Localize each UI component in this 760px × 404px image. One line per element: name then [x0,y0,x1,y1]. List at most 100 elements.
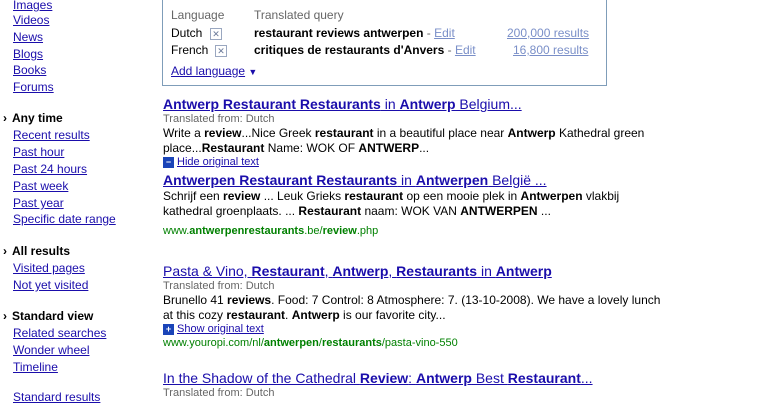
search-result: Pasta & Vino, Restaurant, Antwerp, Resta… [163,263,758,350]
translated-from-label: Translated from: Dutch [163,113,275,125]
edit-dutch-link[interactable]: Edit [434,26,455,40]
result-title-part[interactable]: Pasta & Vino, [163,263,251,279]
sidebar-link-blogs[interactable]: Blogs [13,47,43,61]
column-header-translated-query: Translated query [254,8,344,22]
sidebar-link-not-yet-visited[interactable]: Not yet visited [13,278,88,292]
chevron-right-icon: › [3,111,7,125]
url-text: www.youropi.com/nl/ [163,337,264,349]
result-title-link[interactable]: Pasta & Vino, Restaurant, Antwerp, Resta… [163,263,758,280]
snippet-highlight: Restaurant [298,204,362,218]
edit-french-link[interactable]: Edit [455,43,476,57]
url-text: www. [163,225,190,237]
column-header-language: Language [171,8,225,22]
snippet-text: . Food: 7 Control: 8 Atmosphere: 7. (13-… [271,293,661,307]
sidebar-heading-time: › Any time [3,111,63,125]
result-title-part[interactable]: Antwerp [400,96,456,112]
result-title-part[interactable]: in [381,96,400,112]
result-title-part[interactable]: Antwerp Restaurant Restaurants [163,96,381,112]
hide-original-text-toggle[interactable]: − Hide original text [163,156,758,169]
show-original-text-toggle[interactable]: + Show original text [163,323,758,336]
url-highlight: review [322,225,357,237]
result-title-part[interactable]: ... [581,370,593,386]
translated-query-row: restaurant reviews antwerpen - Edit [254,26,455,40]
result-title-part[interactable]: Restaurant [508,370,581,386]
sidebar-link-past-year[interactable]: Past year [13,196,64,210]
separator: - [426,26,431,40]
sidebar-link-forums[interactable]: Forums [13,80,54,94]
snippet-text: ... [419,141,430,155]
url-highlight: antwerpenrestaurants [189,225,305,237]
expand-plus-icon[interactable]: + [163,323,174,335]
sidebar-link-visited-pages[interactable]: Visited pages [13,261,85,275]
add-language-link[interactable]: Add language [171,64,245,78]
result-title-part[interactable]: Review [360,370,408,386]
snippet-text: op een mooie plek in [403,189,521,203]
hide-original-text-link[interactable]: Hide original text [177,156,259,168]
translated-from-label: Translated from: Dutch [163,280,275,292]
dutch-results-count-link[interactable]: 200,000 results [507,26,589,40]
result-title-part[interactable]: : [408,370,416,386]
result-snippet: Write a review...Nice Greek restaurant i… [163,126,758,156]
result-title-part[interactable]: , [388,263,396,279]
sidebar-link-past-24-hours[interactable]: Past 24 hours [13,162,87,176]
left-sidebar: Images Videos News Blogs Books Forums › A… [0,0,150,404]
snippet-text: ... Leuk Grieks [260,189,345,203]
snippet-highlight: reviews [227,293,272,307]
result-title-link[interactable]: In the Shadow of the Cathedral Review: A… [163,370,758,387]
snippet-text: kathedral groenplaats. ... [163,204,299,218]
sidebar-link-timeline[interactable]: Timeline [13,360,58,374]
snippet-highlight: Restaurant [201,141,265,155]
result-title-part[interactable]: Restaurants [396,263,477,279]
collapse-minus-icon[interactable]: − [163,156,174,168]
sidebar-heading-view-label: Standard view [12,309,94,323]
result-title-part[interactable]: in [477,263,496,279]
result-title-part[interactable]: Belgium... [456,96,521,112]
snippet-text: Name: WOK OF [264,141,359,155]
result-title-part[interactable]: In the Shadow of the Cathedral [163,370,360,386]
snippet-text: ... [537,204,551,218]
language-french-label: French [171,43,209,57]
result-title-part[interactable]: in [397,172,416,188]
snippet-text: Write a [163,126,205,140]
snippet-highlight: restaurant [344,189,404,203]
result-title-part[interactable]: Antwerpen [416,172,488,188]
remove-language-icon[interactable]: ✕ [215,43,227,57]
french-results-count-link[interactable]: 16,800 results [513,43,588,57]
result-title-part[interactable]: Restaurant [251,263,324,279]
sidebar-link-news[interactable]: News [13,30,43,44]
show-original-text-link[interactable]: Show original text [177,323,264,335]
result-title-part[interactable]: Antwerp [496,263,552,279]
sidebar-link-recent-results[interactable]: Recent results [13,128,90,142]
result-title-part[interactable]: Antwerp [416,370,472,386]
sidebar-link-past-hour[interactable]: Past hour [13,145,64,159]
sidebar-link-wonder-wheel[interactable]: Wonder wheel [13,343,90,357]
sidebar-link-standard-results[interactable]: Standard results [13,390,100,404]
sidebar-link-past-week[interactable]: Past week [13,179,68,193]
result-title-link[interactable]: Antwerp Restaurant Restaurants in Antwer… [163,96,758,113]
snippet-text: at this cozy [163,308,227,322]
translated-query-row: critiques de restaurants d'Anvers - Edit [254,43,476,57]
snippet-text: Kathedral green [555,126,645,140]
snippet-highlight: Antwerpen [520,189,583,203]
snippet-text: place... [163,141,202,155]
original-title-link[interactable]: Antwerpen Restaurant Restaurants in Antw… [163,172,758,189]
chevron-right-icon: › [3,309,7,323]
result-title-part[interactable]: Antwerpen Restaurant Restaurants [163,172,397,188]
sidebar-heading-time-label: Any time [12,111,63,125]
sidebar-link-images[interactable]: Images [13,0,52,12]
add-language-control[interactable]: Add language ▼ [171,64,257,79]
remove-language-icon[interactable]: ✕ [210,26,222,40]
snippet-text: ...Nice Greek [241,126,315,140]
sidebar-link-specific-date-range[interactable]: Specific date range [13,212,116,226]
result-title-part[interactable]: Antwerp [332,263,388,279]
sidebar-link-videos[interactable]: Videos [13,13,49,27]
language-dutch-label: Dutch [171,26,203,40]
result-url: www.youropi.com/nl/antwerpen/restaurants… [163,336,758,350]
translated-from-label: Translated from: Dutch [163,387,275,399]
dropdown-arrow-icon[interactable]: ▼ [248,67,257,77]
snippet-text: is our favorite city... [339,308,446,322]
sidebar-link-related-searches[interactable]: Related searches [13,326,106,340]
result-title-part[interactable]: Best [472,370,508,386]
result-title-part[interactable]: België ... [488,172,547,188]
sidebar-link-books[interactable]: Books [13,63,46,77]
